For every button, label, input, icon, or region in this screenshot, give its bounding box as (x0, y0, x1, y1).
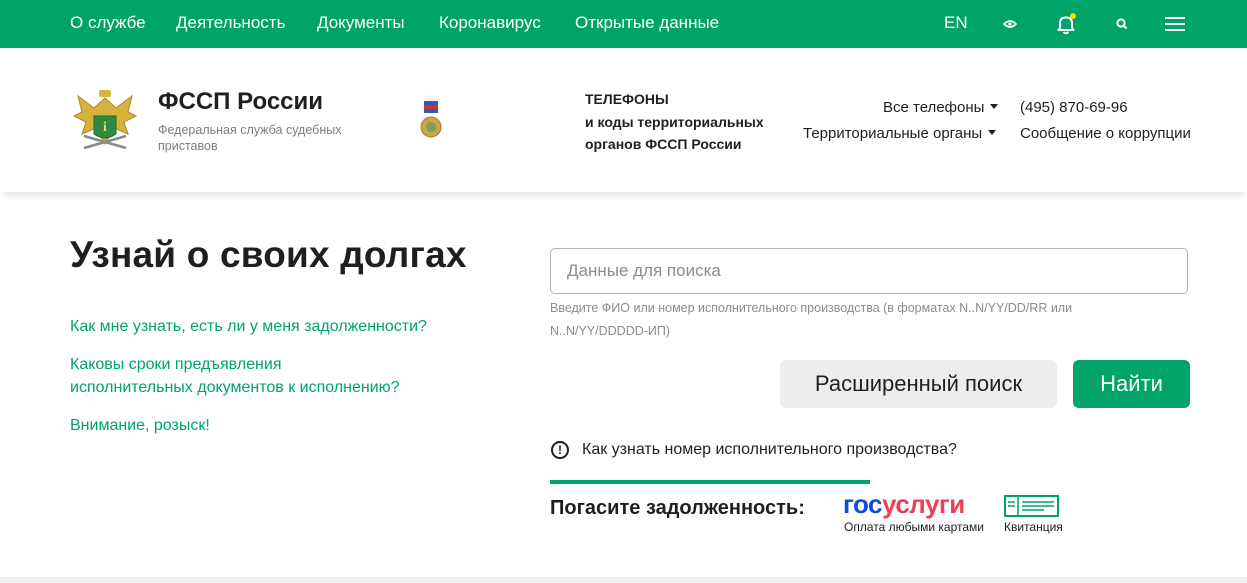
pay-debt-label: Погасите задолженность: (550, 497, 805, 519)
bell-icon[interactable] (1054, 12, 1078, 36)
gosuslugi-caption[interactable]: Оплата любыми картами (844, 520, 984, 534)
nav-item-activity[interactable]: Деятельность (176, 0, 285, 48)
all-phones-label: Все телефоны (883, 99, 985, 116)
receipt-caption[interactable]: Квитанция (1004, 520, 1063, 534)
all-phones-dropdown[interactable]: Все телефоны (883, 99, 999, 116)
menu-icon[interactable] (1163, 12, 1187, 36)
chevron-down-icon (990, 103, 999, 109)
nav-item-open-data[interactable]: Открытые данные (575, 0, 719, 48)
divider (550, 480, 870, 484)
brand-subtitle: Федеральная служба судебных приставов (158, 123, 342, 153)
page-title: Узнай о своих долгах (70, 234, 467, 275)
info-icon: ! (551, 441, 569, 459)
search-icon[interactable] (1110, 12, 1134, 36)
eye-icon[interactable] (998, 12, 1022, 36)
territorial-label: Территориальные органы (803, 125, 983, 142)
nav-item-about[interactable]: О службе (70, 0, 146, 48)
wanted-link[interactable]: Внимание, розыск! (70, 414, 210, 437)
debt-check-link[interactable]: Как мне узнать, есть ли у меня задолженн… (70, 315, 427, 338)
gosuslugi-part1: гос (843, 489, 883, 519)
gosuslugi-part2: услуги (882, 489, 965, 519)
case-number-help-link[interactable]: Как узнать номер исполнительного произво… (582, 441, 957, 459)
nav-item-documents[interactable]: Документы (317, 0, 405, 48)
medal-icon (418, 100, 444, 145)
svg-text:i: i (103, 120, 107, 135)
chevron-down-icon (988, 129, 997, 135)
territorial-dropdown[interactable]: Территориальные органы (803, 125, 997, 142)
notification-dot (1070, 13, 1076, 19)
nav-item-coronavirus[interactable]: Коронавирус (439, 0, 541, 48)
search-input[interactable] (550, 248, 1188, 294)
receipt-icon[interactable] (1004, 495, 1059, 522)
corruption-report-link[interactable]: Сообщение о коррупции (1020, 125, 1191, 142)
fssp-emblem-icon[interactable]: i (72, 86, 138, 161)
search-hint: Введите ФИО или номер исполнительного пр… (550, 301, 1073, 338)
find-button[interactable]: Найти (1073, 360, 1190, 408)
top-nav-bar: О службе Деятельность Документы Коронави… (0, 0, 1247, 48)
deadlines-link[interactable]: Каковы сроки предъявления исполнительных… (70, 353, 400, 399)
gosuslugi-logo[interactable]: госуслуги (843, 489, 965, 520)
advanced-search-button[interactable]: Расширенный поиск (780, 360, 1057, 408)
footer-divider (0, 577, 1247, 583)
language-switch[interactable]: EN (944, 0, 968, 46)
phone-number[interactable]: (495) 870-69-96 (1020, 99, 1128, 116)
brand-title[interactable]: ФССП России (158, 88, 323, 116)
phones-title[interactable]: ТЕЛЕФОНЫ и коды территориальных органов … (585, 88, 785, 156)
